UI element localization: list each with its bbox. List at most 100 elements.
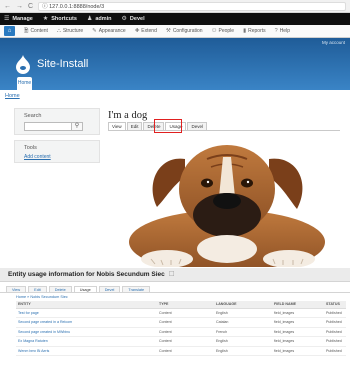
search-block: Search ⚲ [14, 108, 100, 135]
language-cell: English [214, 308, 272, 318]
entity-link[interactable]: Test for page [16, 308, 157, 318]
language-cell: French [214, 327, 272, 337]
status-cell: Published [324, 336, 346, 347]
usage-heading: Entity usage information for Nobis Secun… [8, 271, 165, 278]
usage-tab-devel[interactable]: Devel [98, 286, 121, 292]
add-content-link[interactable]: Add content [24, 154, 90, 160]
search-block-title: Search [24, 113, 42, 119]
tray-item-help[interactable]: ? Help [275, 28, 290, 34]
usage-tabs: View Edit Delete Usage Devel Translate [0, 282, 350, 293]
tray-item-label: Appearance [98, 28, 126, 34]
language-cell: Catalan [214, 317, 272, 328]
menu-icon: ☰ [4, 16, 10, 22]
help-icon: ? [274, 28, 278, 34]
tray-item-label: Structure [62, 28, 84, 34]
type-cell: Content [157, 317, 214, 328]
field-cell: field_images [272, 336, 324, 347]
usage-panel: Entity usage information for Nobis Secun… [0, 268, 350, 383]
usage-table: ENTITY TYPE LANGUAGE FIELD NAME STATUS T… [16, 301, 346, 356]
tray-item-extend[interactable]: ✚ Extend [135, 28, 157, 34]
usage-tab-translate[interactable]: Translate [122, 286, 151, 292]
language-cell: English [214, 336, 272, 347]
status-cell: Published [324, 317, 346, 328]
main-menu-home[interactable]: Home [17, 77, 32, 90]
tray-item-content[interactable]: 🗎 Content [24, 27, 48, 36]
tray-item-appearance[interactable]: ✎ Appearance [92, 28, 126, 34]
structure-icon: ⛬ [56, 27, 61, 34]
tray-item-label: People [218, 28, 235, 34]
table-row: Ex Magna Ratuten Content English field_i… [16, 336, 346, 347]
manage-menu[interactable]: ☰ Manage [4, 16, 33, 22]
tray-item-label: Extend [141, 28, 157, 34]
search-input[interactable] [24, 122, 72, 131]
tray-item-configuration[interactable]: ⚒ Configuration [166, 28, 203, 34]
manage-label: Manage [12, 16, 33, 22]
entity-link[interactable]: Ex Magna Ratuten [16, 336, 157, 347]
type-cell: Content [157, 308, 214, 318]
devel-menu[interactable]: ⚙ Devel [122, 16, 145, 22]
entity-link[interactable]: Second page created in MWbinu [16, 327, 157, 337]
type-cell: Content [157, 327, 214, 337]
reload-icon[interactable]: C [28, 3, 33, 10]
type-cell: Content [157, 346, 214, 356]
tray-item-structure[interactable]: ⛬ Structure [57, 28, 83, 35]
address-bar[interactable]: ⓘ 127.0.0.1:8888/node/3 [38, 1, 346, 11]
search-button[interactable]: ⚲ [72, 122, 83, 131]
shortcuts-label: Shortcuts [51, 16, 77, 22]
my-account-link[interactable]: My account [322, 40, 345, 45]
reports-icon: ▮ [243, 28, 247, 34]
usage-tab-view[interactable]: View [6, 286, 27, 292]
page-title: I'm a dog [108, 110, 148, 121]
tray-item-people[interactable]: ⚇ People [212, 28, 235, 34]
status-cell: Published [324, 308, 346, 318]
extend-icon: ✚ [134, 28, 140, 34]
language-cell: English [214, 346, 272, 356]
status-cell: Published [324, 327, 346, 337]
usage-tab-delete[interactable]: Delete [48, 286, 72, 292]
table-row: Second page created in a Relcom Content … [16, 317, 346, 328]
tray-item-label: Help [279, 28, 290, 34]
column-header-field-name: FIELD NAME [272, 301, 324, 309]
forward-arrow-icon[interactable]: → [16, 3, 23, 10]
drupal-logo-icon[interactable] [16, 55, 30, 74]
table-row: Second page created in MWbinu Content Fr… [16, 327, 346, 337]
dog-photo [107, 137, 345, 267]
site-header: My account Site-Install [0, 38, 350, 90]
field-cell: field_images [272, 317, 324, 328]
search-form: ⚲ [24, 122, 90, 131]
user-label: admin [95, 16, 112, 22]
gear-icon: ⚙ [121, 16, 127, 22]
site-name[interactable]: Site-Install [37, 58, 88, 70]
column-header-type: TYPE [157, 301, 214, 309]
tab-edit[interactable]: Edit [126, 122, 143, 130]
user-icon: ♟ [86, 16, 93, 22]
field-cell: field_images [272, 308, 324, 318]
usage-tab-usage[interactable]: Usage [73, 286, 97, 292]
usage-panel-header: Entity usage information for Nobis Secun… [0, 268, 350, 282]
admin-tray: ⌂ 🗎 Content ⛬ Structure ✎ Appearance ✚ E… [0, 25, 350, 38]
tray-item-reports[interactable]: ▮ Reports [243, 28, 266, 34]
tools-block-title: Tools [24, 145, 37, 151]
column-header-language: LANGUAGE [214, 301, 272, 309]
entity-link[interactable]: Wenm bmx Bi Aeris [16, 346, 157, 356]
star-icon: ★ [42, 16, 49, 22]
tray-item-label: Configuration [172, 28, 203, 34]
tab-view[interactable]: View [108, 122, 126, 130]
field-cell: field_images [272, 327, 324, 337]
close-icon[interactable]: ☐ [169, 271, 175, 278]
browser-bar: ← → C ⓘ 127.0.0.1:8888/node/3 [0, 0, 350, 13]
entity-link[interactable]: Second page created in a Relcom [16, 317, 157, 328]
tray-item-label: Content [30, 28, 48, 34]
people-icon: ⚇ [211, 28, 217, 34]
home-icon[interactable]: ⌂ [4, 26, 15, 36]
status-cell: Published [324, 346, 346, 356]
breadcrumb[interactable]: Home [5, 93, 20, 99]
tab-devel[interactable]: Devel [187, 122, 207, 130]
usage-breadcrumb[interactable]: Home » Nobis Secundum Siec [0, 293, 350, 301]
usage-tab-edit[interactable]: Edit [28, 286, 47, 292]
shortcuts-menu[interactable]: ★ Shortcuts [43, 16, 77, 22]
back-arrow-icon[interactable]: ← [4, 3, 11, 10]
column-header-entity: ENTITY [16, 301, 157, 309]
table-row: Wenm bmx Bi Aeris Content English field_… [16, 346, 346, 356]
user-menu[interactable]: ♟ admin [87, 16, 112, 22]
